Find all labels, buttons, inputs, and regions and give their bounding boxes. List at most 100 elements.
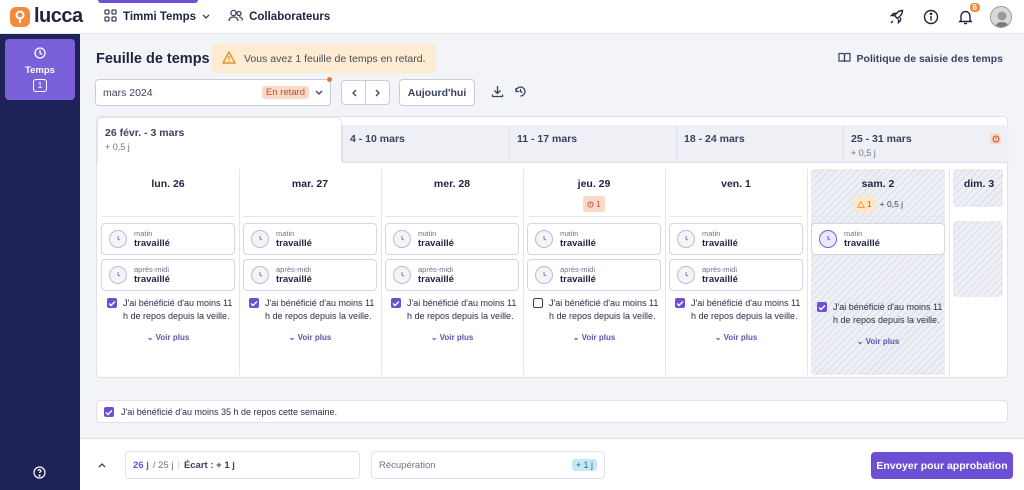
morning-slot[interactable]: matin travaillé [527,223,661,255]
chevron-up-icon[interactable] [98,457,106,471]
main-content: Feuille de temps Vous avez 1 feuille de … [80,34,1024,438]
rest-label: J'ai bénéficié d'au moins 11 h de repos … [691,298,801,321]
day-column: ven. 1 matin travaillé après-midi travaill… [665,169,807,375]
day-column: lun. 26 matin travaillé après-midi travail… [97,169,239,375]
slot-period: après-midi [276,265,312,274]
today-button[interactable]: Aujourd'hui [399,79,475,106]
clock-icon [251,230,269,248]
chevron-down-icon [315,87,323,99]
slot-status: travaillé [418,238,454,249]
daily-rest-checkbox[interactable]: J'ai bénéficié d'au moins 11 h de repos … [101,297,235,323]
slot-status: travaillé [702,238,738,249]
tab-week-4[interactable]: 18 - 24 mars [676,125,843,163]
morning-slot[interactable]: matin travaillé [385,223,519,255]
unchecked-box-icon [533,298,543,308]
info-icon[interactable] [922,8,940,26]
tab-week-3[interactable]: 11 - 17 mars [509,125,676,163]
avatar[interactable] [990,5,1012,28]
check-icon [104,407,114,417]
see-more-link[interactable]: ⌄ Voir plus [385,333,519,342]
recovery-badge: + 1 j [571,459,597,471]
rest-label: J'ai bénéficié d'au moins 11 h de repos … [123,298,233,321]
afternoon-slot[interactable]: après-midi travaillé [243,259,377,291]
alert-text: Vous avez 1 feuille de temps en retard. [244,52,426,65]
slot-period: matin [276,229,295,238]
month-value: mars 2024 [103,86,153,99]
rest-label: J'ai bénéficié d'au moins 11 h de repos … [549,298,659,321]
day-name: ven. 1 [721,178,751,190]
daily-rest-checkbox[interactable]: J'ai bénéficié d'au moins 11 h de repos … [669,297,803,323]
period-navigation [341,80,390,105]
active-module-indicator [98,0,198,3]
morning-slot[interactable]: matin travaillé [243,223,377,255]
submit-for-approval-button[interactable]: Envoyer pour approbation [871,452,1013,479]
anomaly-badge[interactable]: 1 [852,196,876,212]
users-icon [228,9,244,25]
footer: 26 j / 25 j | Écart : + 1 j Récupération… [80,438,1024,490]
gap-value: Écart : + 1 j [183,459,235,471]
daily-rest-checkbox[interactable]: J'ai bénéficié d'au moins 11 h de repos … [385,297,519,323]
rocket-icon[interactable] [888,8,906,26]
weekly-rest-checkbox[interactable]: J'ai bénéficié d'au moins 35 h de repos … [96,400,1008,423]
daily-rest-checkbox[interactable]: J'ai bénéficié d'au moins 11 h de repos … [811,301,945,327]
see-more-link[interactable]: ⌄ Voir plus [101,333,235,342]
module-switcher[interactable]: Timmi Temps [98,0,216,34]
see-more-link[interactable]: ⌄ Voir plus [527,333,661,342]
clock-icon [393,266,411,284]
daily-rest-checkbox[interactable]: J'ai bénéficié d'au moins 11 h de repos … [243,297,377,323]
anomaly-badge[interactable]: 1 [583,196,605,212]
slot-status: travaillé [276,238,312,249]
afternoon-slot[interactable]: après-midi travaillé [101,259,235,291]
clock-icon [109,266,127,284]
timesheet-calendar: 26 févr. - 3 mars + 0,5 j 4 - 10 mars 11… [96,116,1009,378]
day-column: mar. 27 matin travaillé après-midi travail… [239,169,381,375]
afternoon-slot-empty[interactable] [811,259,945,295]
morning-slot[interactable]: matin travaillé [811,223,945,255]
policy-link[interactable]: Politique de saisie des temps [837,52,1003,66]
bell-icon[interactable]: 6 [956,2,980,26]
expected-total: / 25 j [152,459,174,471]
apps-grid-icon [104,8,117,25]
tab-week-1[interactable]: 26 févr. - 3 mars + 0,5 j [97,117,342,163]
rest-label: J'ai bénéficié d'au moins 11 h de repos … [265,298,375,321]
clock-icon [393,230,411,248]
afternoon-slot[interactable]: après-midi travaillé [385,259,519,291]
slot-period: matin [844,229,863,238]
tab-week-5[interactable]: 25 - 31 mars + 0,5 j [843,125,1009,163]
clock-icon [109,230,127,248]
morning-slot[interactable]: matin travaillé [669,223,803,255]
sidebar-item-temps[interactable]: Temps 1 [5,39,75,100]
help-icon[interactable] [33,466,46,482]
month-select[interactable]: mars 2024 En retard [95,77,332,106]
day-name: sam. 2 [861,178,895,190]
morning-slot[interactable]: matin travaillé [101,223,235,255]
slot-status: travaillé [702,274,738,285]
see-more-link[interactable]: ⌄ Voir plus [669,333,803,342]
lucca-logo[interactable]: lucca [10,5,90,28]
day-column: mer. 28 matin travaillé après-midi travail… [381,169,523,375]
see-more-link[interactable]: ⌄ Voir plus [811,337,945,346]
slot-period: après-midi [418,265,454,274]
day-name: jeu. 29 [577,178,611,190]
clock-icon [251,266,269,284]
previous-button[interactable] [342,81,366,104]
tab-week-2[interactable]: 4 - 10 mars [342,125,509,163]
declared-total: 26 j [133,459,149,471]
next-button[interactable] [366,81,389,104]
module-name: Timmi Temps [123,10,197,23]
afternoon-slot[interactable]: après-midi travaillé [527,259,661,291]
day-name: lun. 26 [151,178,185,190]
slot-status: travaillé [560,238,596,249]
afternoon-slot[interactable]: après-midi travaillé [669,259,803,291]
see-more-link[interactable]: ⌄ Voir plus [243,333,377,342]
download-icon[interactable] [491,85,504,101]
day-column: sam. 2 1 + 0,5 j matin travaillé J'ai bé… [807,169,949,375]
clock-icon [677,230,695,248]
week-label: 18 - 24 mars [684,133,745,145]
sidebar: Temps 1 [0,34,80,490]
check-icon [817,302,827,312]
history-icon[interactable] [514,85,527,101]
daily-rest-checkbox[interactable]: J'ai bénéficié d'au moins 11 h de repos … [527,297,661,323]
nav-collaborateurs[interactable]: Collaborateurs [222,0,336,34]
month-status-badge: En retard [261,86,309,99]
